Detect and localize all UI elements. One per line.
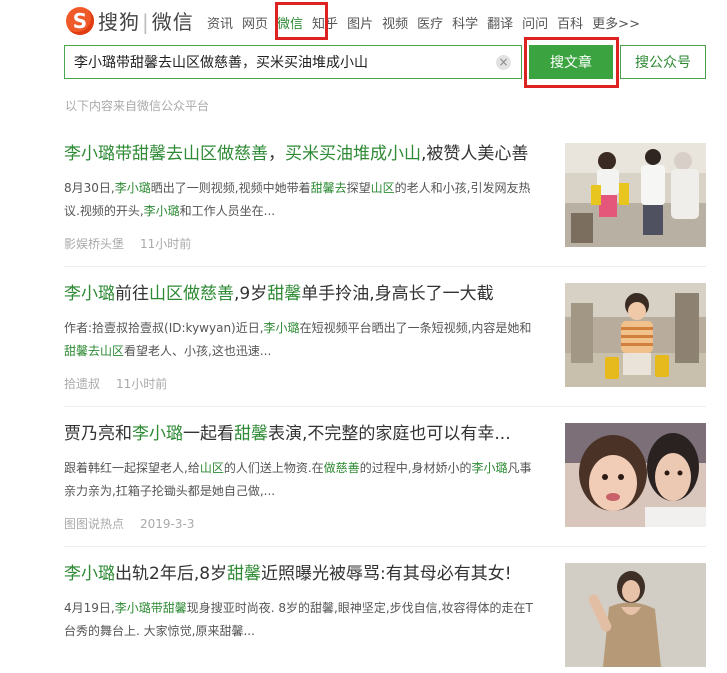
text: ,被赞人美心善 bbox=[421, 144, 529, 164]
result-time: 11小时前 bbox=[140, 237, 192, 251]
nav-item-more[interactable]: 更多>> bbox=[592, 13, 640, 32]
highlight-text: 山区 bbox=[199, 461, 224, 475]
highlight-text: 山区 bbox=[370, 181, 395, 195]
text: 一起看 bbox=[183, 424, 234, 444]
nav-item-translate[interactable]: 翻译 bbox=[487, 13, 513, 32]
text: 单手拎油,身高长了一大截 bbox=[301, 284, 494, 304]
result-snippet: 4月19日,李小璐带甜馨现身搜亚时尚夜. 8岁的甜馨,眼神坚定,步伐自信,妆容得… bbox=[64, 597, 540, 643]
text: 和工作人员坐在... bbox=[179, 204, 276, 218]
result-thumbnail[interactable] bbox=[565, 283, 706, 387]
result-snippet: 8月30日,李小璐晒出了一则视频,视频中她带着甜馨去探望山区的老人和小孩,引发网… bbox=[64, 177, 540, 223]
text: 跟着韩红一起探望老人,给 bbox=[64, 461, 200, 475]
sogou-logo-icon: S bbox=[66, 6, 94, 35]
text: ,9岁 bbox=[234, 284, 268, 304]
annotation-box-search-article bbox=[524, 37, 619, 88]
highlight-text: 李小璐带甜馨 bbox=[114, 601, 187, 615]
source-note: 以下内容来自微信公众平台 bbox=[65, 99, 210, 113]
highlight-text: 甜馨 bbox=[267, 284, 302, 304]
result-item: 李小璐带甜馨去山区做慈善，买米买油堆成小山,被赞人美心善 8月30日,李小璐晒出… bbox=[64, 143, 706, 253]
highlight-text: 李小璐带甜馨去山区做慈善 bbox=[64, 144, 268, 164]
nav-item-web[interactable]: 网页 bbox=[242, 13, 268, 32]
text: 贾乃亮和 bbox=[64, 424, 132, 444]
highlight-text: 李小璐 bbox=[114, 181, 151, 195]
nav-item-video[interactable]: 视频 bbox=[382, 13, 408, 32]
result-source[interactable]: 图图说热点 bbox=[64, 517, 124, 531]
text: 出轨2年后,8岁 bbox=[115, 564, 228, 584]
sogou-logo[interactable]: S 搜狗 | 微信 bbox=[66, 6, 194, 35]
text: 4月19日, bbox=[64, 601, 115, 615]
result-thumbnail[interactable] bbox=[565, 563, 706, 667]
text: 前往 bbox=[115, 284, 149, 304]
result-meta: 图图说热点 2019-3-3 bbox=[64, 515, 194, 532]
text: 的过程中,身材娇小的 bbox=[359, 461, 472, 475]
annotation-box-weixin bbox=[275, 2, 328, 40]
nav-item-medical[interactable]: 医疗 bbox=[417, 13, 443, 32]
highlight-text: 李小璐 bbox=[64, 284, 115, 304]
highlight-text: 李小璐 bbox=[471, 461, 508, 475]
text: ， bbox=[268, 144, 285, 164]
result-time: 2019-3-3 bbox=[140, 517, 195, 531]
highlight-text: 买米买油堆成小山 bbox=[285, 144, 421, 164]
result-item: 李小璐前往山区做慈善,9岁甜馨单手拎油,身高长了一大截 作者:拾壹叔拾壹叔(ID… bbox=[64, 283, 706, 393]
highlight-text: 李小璐 bbox=[64, 564, 115, 584]
result-time: 11小时前 bbox=[116, 377, 168, 391]
result-snippet: 跟着韩红一起探望老人,给山区的人们送上物资.在做慈善的过程中,身材娇小的李小璐凡… bbox=[64, 457, 540, 503]
highlight-text: 做慈善 bbox=[323, 461, 360, 475]
text: 晒出了一则视频,视频中她带着 bbox=[150, 181, 311, 195]
nav-item-news[interactable]: 资讯 bbox=[207, 13, 233, 32]
highlight-text: 甜馨去山区 bbox=[64, 344, 125, 358]
top-nav: 资讯 网页 微信 知乎 图片 视频 医疗 科学 翻译 问问 百科 更多>> bbox=[207, 13, 640, 32]
highlight-text: 李小璐 bbox=[132, 424, 183, 444]
text: 看望老人、小孩,这也迅速... bbox=[124, 344, 272, 358]
result-thumbnail[interactable] bbox=[565, 143, 706, 247]
divider bbox=[64, 266, 706, 267]
text: 近照曝光被辱骂:有其母必有其女! bbox=[261, 564, 512, 584]
highlight-text: 甜馨去 bbox=[310, 181, 347, 195]
highlight-text: 山区做慈善 bbox=[149, 284, 234, 304]
result-thumbnail[interactable] bbox=[565, 423, 706, 527]
result-meta: 影娱桥头堡 11小时前 bbox=[64, 235, 191, 252]
nav-item-images[interactable]: 图片 bbox=[347, 13, 373, 32]
highlight-text: 李小璐 bbox=[143, 204, 180, 218]
divider bbox=[64, 546, 706, 547]
text: 探望 bbox=[346, 181, 371, 195]
clear-icon[interactable]: × bbox=[496, 54, 511, 70]
text: 作者:拾壹叔拾壹叔(ID:kywyan)近日, bbox=[64, 321, 264, 335]
text: 表演,不完整的家庭也可以有幸... bbox=[268, 424, 511, 444]
search-input[interactable] bbox=[65, 46, 496, 78]
nav-item-baike[interactable]: 百科 bbox=[557, 13, 583, 32]
logo-text: 搜狗 | 微信 bbox=[98, 10, 194, 34]
highlight-text: 李小璐 bbox=[263, 321, 300, 335]
highlight-text: 甜馨 bbox=[227, 564, 262, 584]
result-source[interactable]: 拾遗叔 bbox=[64, 377, 100, 391]
result-snippet: 作者:拾壹叔拾壹叔(ID:kywyan)近日,李小璐在短视频平台晒出了一条短视频… bbox=[64, 317, 540, 363]
text: 的人们送上物资.在 bbox=[223, 461, 324, 475]
nav-item-wenwen[interactable]: 问问 bbox=[522, 13, 548, 32]
text: 8月30日, bbox=[64, 181, 115, 195]
divider bbox=[64, 406, 706, 407]
text: 在短视频平台晒出了一条短视频,内容是她和 bbox=[299, 321, 532, 335]
result-meta: 拾遗叔 11小时前 bbox=[64, 375, 167, 392]
result-item: 贾乃亮和李小璐一起看甜馨表演,不完整的家庭也可以有幸... 跟着韩红一起探望老人… bbox=[64, 423, 706, 533]
highlight-text: 甜馨 bbox=[234, 424, 268, 444]
nav-item-science[interactable]: 科学 bbox=[452, 13, 478, 32]
result-source[interactable]: 影娱桥头堡 bbox=[64, 237, 124, 251]
search-account-button[interactable]: 搜公众号 bbox=[620, 45, 706, 79]
search-box: × bbox=[64, 45, 522, 79]
